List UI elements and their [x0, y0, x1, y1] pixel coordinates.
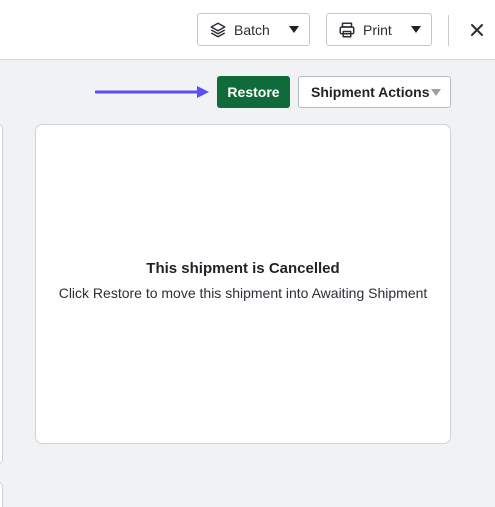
layers-icon: [208, 20, 228, 40]
chevron-down-icon: [411, 26, 421, 33]
printer-icon: [337, 20, 357, 40]
notice-title: This shipment is Cancelled: [146, 260, 340, 277]
notice-message: Click Restore to move this shipment into…: [58, 285, 428, 301]
pointer-arrow-icon: [95, 86, 209, 98]
batch-dropdown-button[interactable]: Batch: [197, 13, 310, 46]
chevron-down-icon: [431, 89, 441, 96]
left-panel-edge: [0, 482, 3, 507]
shipment-actions-dropdown[interactable]: Shipment Actions: [298, 76, 451, 108]
print-dropdown-button[interactable]: Print: [326, 13, 432, 46]
print-label: Print: [363, 21, 392, 38]
close-icon[interactable]: [466, 19, 488, 41]
batch-label: Batch: [234, 21, 270, 38]
shipment-actions-label: Shipment Actions: [311, 84, 430, 100]
chevron-down-icon: [289, 26, 299, 33]
cancelled-notice-card: This shipment is Cancelled Click Restore…: [35, 124, 451, 444]
top-toolbar: Batch Print: [0, 0, 495, 60]
restore-button[interactable]: Restore: [217, 76, 290, 108]
toolbar-divider: [448, 15, 449, 46]
left-panel-edge: [0, 124, 3, 464]
